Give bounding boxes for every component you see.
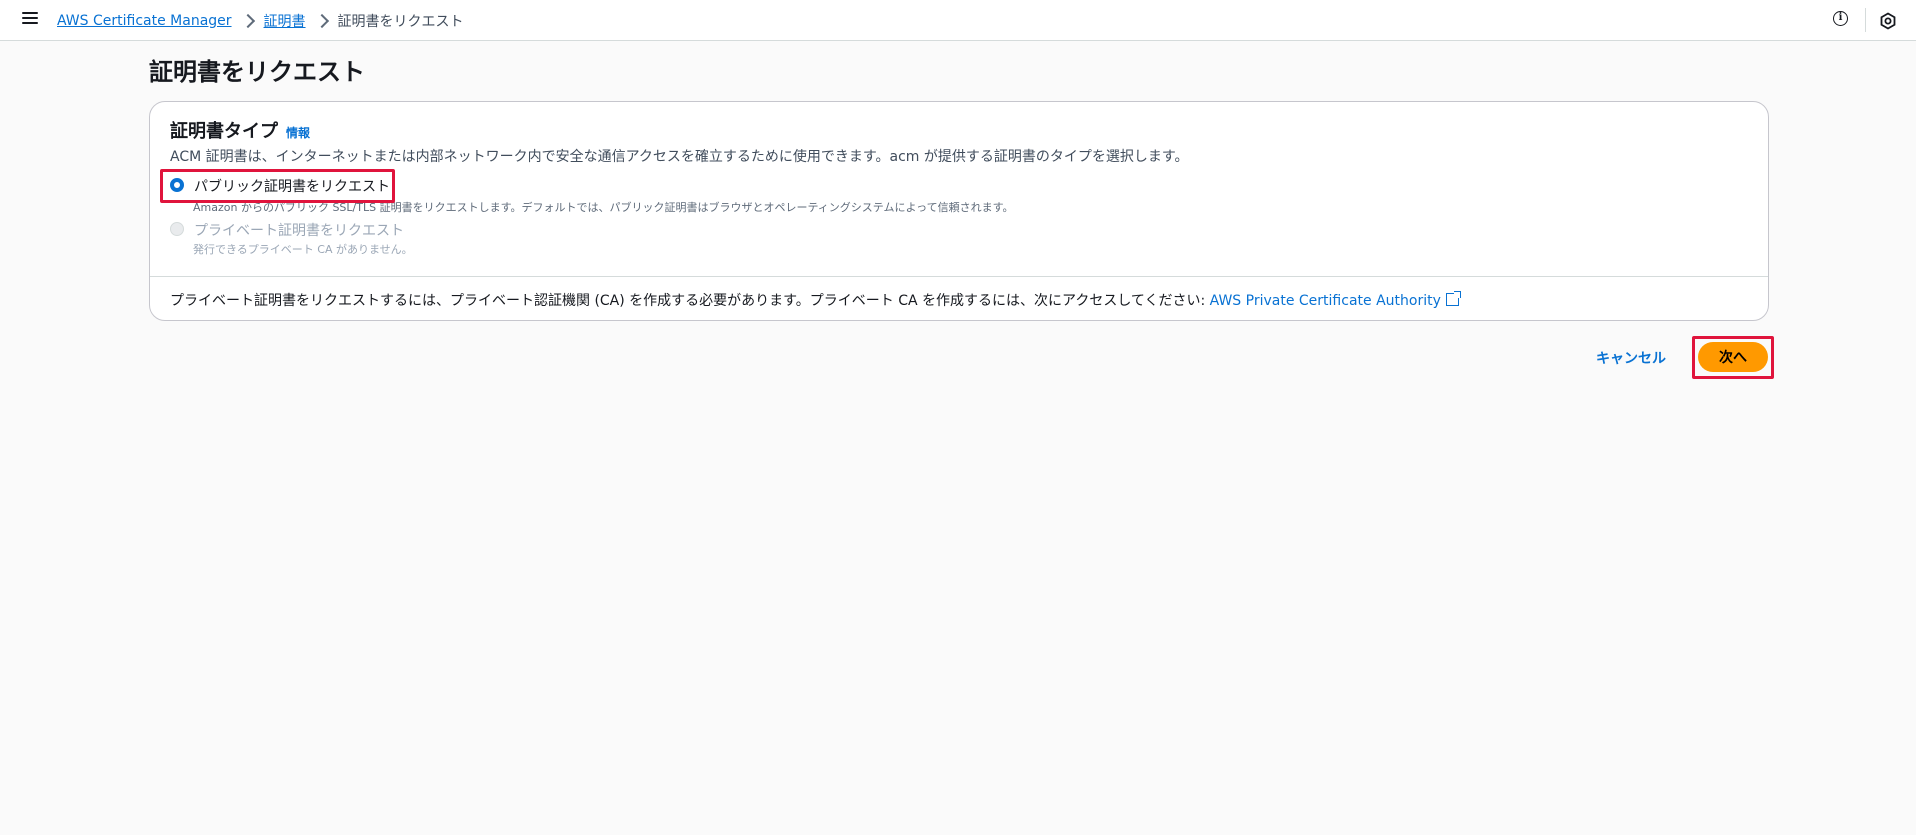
external-link-icon[interactable]	[1445, 291, 1461, 306]
radio-description-private: 発行できるプライベート CA がありません。	[193, 243, 413, 256]
breadcrumb-link-acm[interactable]: AWS Certificate Manager	[57, 13, 232, 29]
page-title: 証明書をリクエスト	[149, 58, 365, 86]
menu-icon[interactable]	[22, 12, 38, 26]
radio-button-private	[170, 222, 184, 236]
footer-message: プライベート証明書をリクエストするには、プライベート認証機関 (CA) を作成す…	[170, 293, 1210, 309]
breadcrumb: AWS Certificate Manager 証明書 証明書をリクエスト	[57, 11, 464, 31]
panel-header: 証明書タイプ 情報	[170, 117, 310, 143]
cancel-button[interactable]: キャンセル	[1596, 348, 1666, 368]
panel-footer-text: プライベート証明書をリクエストするには、プライベート認証機関 (CA) を作成す…	[170, 290, 1461, 310]
settings-icon[interactable]	[1879, 12, 1897, 30]
radio-description-public: Amazon からのパブリック SSL/TLS 証明書をリクエストします。デフォ…	[193, 201, 1014, 214]
radio-label-public[interactable]: パブリック証明書をリクエスト	[194, 176, 390, 196]
certificate-type-panel: 証明書タイプ 情報 ACM 証明書は、インターネットまたは内部ネットワーク内で安…	[149, 101, 1769, 321]
panel-description: ACM 証明書は、インターネットまたは内部ネットワーク内で安全な通信アクセスを確…	[170, 149, 1189, 165]
chevron-right-icon	[314, 13, 329, 29]
radio-label-private: プライベート証明書をリクエスト	[194, 223, 404, 239]
divider	[1865, 8, 1866, 32]
panel-footer-divider	[150, 276, 1768, 277]
top-navigation-bar: AWS Certificate Manager 証明書 証明書をリクエスト i	[0, 0, 1916, 41]
next-button[interactable]: 次へ	[1698, 342, 1768, 372]
radio-option-private: プライベート証明書をリクエスト	[170, 220, 404, 240]
breadcrumb-link-certificates[interactable]: 証明書	[264, 11, 306, 31]
private-ca-link[interactable]: AWS Private Certificate Authority	[1210, 293, 1441, 309]
panel-title: 証明書タイプ	[170, 121, 278, 142]
radio-button-public[interactable]	[170, 178, 184, 192]
chevron-right-icon	[240, 13, 255, 29]
info-link[interactable]: 情報	[286, 124, 310, 141]
info-icon[interactable]: i	[1833, 11, 1848, 26]
breadcrumb-current-page: 証明書をリクエスト	[337, 14, 464, 30]
radio-option-public[interactable]: パブリック証明書をリクエスト	[170, 176, 390, 196]
